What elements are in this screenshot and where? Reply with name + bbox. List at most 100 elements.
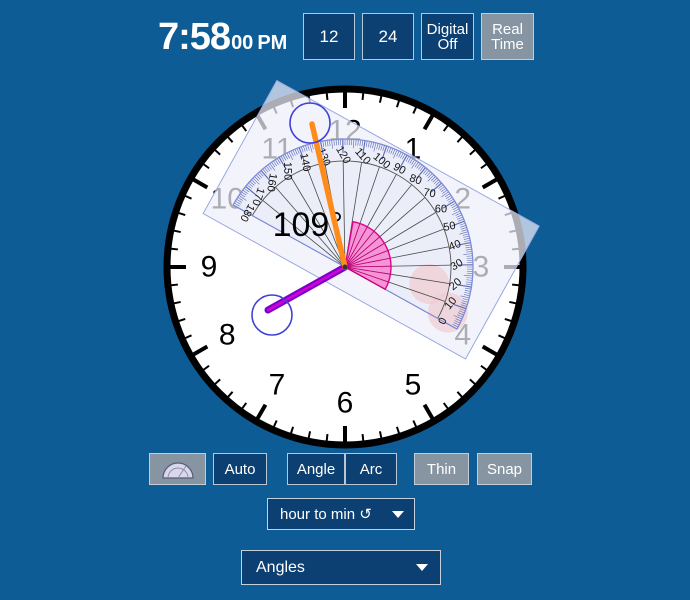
protractor-arc-edge [232,138,474,330]
protractor-degree-tick [466,273,473,275]
digital-toggle-button[interactable]: Digital Off [421,13,474,60]
mode-button-24-hour[interactable]: 24 [362,13,414,60]
minute-hand[interactable] [309,121,348,270]
protractor-degree-tick [235,200,241,205]
clock-minute-tick [182,194,192,200]
protractor-degree-tick [405,155,410,162]
protractor-degree-tick [460,295,470,299]
clock-minute-tick [442,402,450,411]
protractor-degree-tick [461,229,468,232]
protractor-spoke [344,212,437,268]
protractor-degree-tick [435,181,441,186]
category-select[interactable]: Angles [241,550,441,585]
thin-button-label: Thin [426,460,457,478]
mode-select[interactable]: hour to min ↺ [267,498,415,530]
clock-tick-marks [168,90,522,444]
snap-button[interactable]: Snap [477,453,532,485]
protractor-degree-tick [458,312,464,316]
protractor-degree-tick [255,174,261,180]
protractor-degree-tick [466,255,473,257]
angle-button[interactable]: Angle [287,453,345,485]
clock-rim [163,85,527,449]
protractor-degree-tick [320,141,324,156]
mode-button-12-hour[interactable]: 12 [303,13,355,60]
protractor-degree-tick [463,235,470,238]
thin-button[interactable]: Thin [414,453,469,485]
protractor-degree-tick [466,251,473,253]
clock-minute-tick [395,98,401,108]
clock-minute-tick [442,123,450,132]
protractor-degree-tick [457,314,463,318]
protractor-degree-tick [322,140,325,147]
protractor-degree-tick [457,284,472,288]
protractor-degree-tick [348,139,350,146]
hour-hand-drag-handle[interactable] [251,294,293,336]
protractor-spoke [344,174,397,268]
protractor-degree-tick [338,139,339,146]
protractor-degree-tick [462,298,469,301]
protractor-degree-tick [466,279,473,281]
protractor-degree-tick [346,139,348,146]
arc-button[interactable]: Arc [345,453,397,485]
protractor-tick-label: 150 [281,162,293,181]
protractor-degree-tick [241,191,247,196]
auto-button[interactable]: Auto [213,453,267,485]
protractor-degree-tick [276,158,281,164]
protractor-degree-tick [456,214,463,218]
protractor-tick-label: 30 [449,257,466,274]
mode-select-value: hour to min ↺ [280,506,372,523]
protractor-degree-tick [451,220,465,227]
protractor-degree-tick [382,145,385,152]
protractor-degree-tick [466,281,473,283]
protractor-degree-tick [458,310,465,314]
hour-hand[interactable] [264,263,349,314]
clock-numeral: 11 [261,133,292,166]
protractor-degree-tick [402,153,406,160]
protractor-degree-tick [282,154,287,161]
protractor-degree-tick [465,287,472,290]
clock-hour-tick [481,344,500,358]
protractor-tool-button[interactable] [149,453,206,485]
chevron-down-icon [416,564,428,571]
protractor-degree-tick [271,161,276,168]
clock-numeral: 8 [219,319,236,352]
protractor-degree-tick [453,208,460,212]
protractor-degree-tick [278,156,287,170]
angle-sector-spoke [344,266,389,283]
protractor-degree-tick [452,303,467,310]
protractor-degree-tick [460,304,467,307]
protractor-degree-tick [442,200,456,209]
protractor-degree-tick [245,186,257,196]
protractor-degree-tick [465,283,472,286]
protractor-tick-label: 50 [442,220,456,234]
clock-minute-tick [240,402,248,411]
angle-sector-spoke [344,231,375,268]
clock-minute-tick [361,90,365,101]
clock-numerals: 12 12 3 45 6 78 9 10 11 [201,115,490,420]
protractor-degree-tick [252,177,260,185]
clock-minute-tick [240,123,248,132]
protractor-degree-tick [466,270,473,272]
protractor-degree-tick [232,204,246,213]
protractor-overlay[interactable]: 0102030405060708090100110120130140150160… [202,79,540,360]
protractor-degree-tick [451,204,458,209]
protractor-spoke [344,166,380,268]
minute-hand-line [309,121,348,270]
protractor-degree-tick [370,141,372,148]
clock-minute-tick [325,433,329,444]
clock-minute-tick [325,90,329,101]
real-time-button[interactable]: Real Time [481,13,534,60]
protractor-degree-tick [280,156,285,162]
protractor-degree-tick [427,173,433,178]
clock-hour-tick [190,344,209,358]
protractor-spokes [252,161,451,319]
minute-hand-drag-handle[interactable] [289,102,331,144]
clock-numeral: 12 [328,115,361,148]
protractor-tick-label: 180 [237,202,256,224]
protractor-degree-tick [455,318,462,322]
protractor-tick-label: 170 [249,186,266,207]
protractor-degree-tick [458,264,473,266]
protractor-degree-tick [233,202,240,207]
clock-hour-tick [481,176,500,190]
protractor-degree-tick [454,320,461,324]
